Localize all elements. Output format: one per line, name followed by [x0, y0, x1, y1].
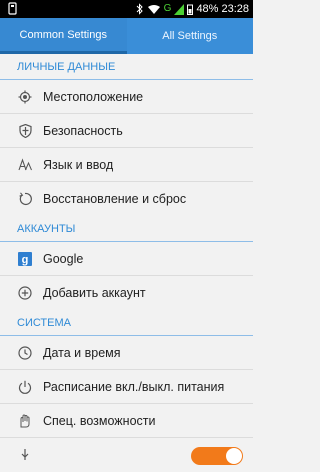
section-header-personal: ЛИЧНЫЕ ДАННЫЕ: [0, 54, 253, 80]
network-type-label: G: [163, 3, 172, 14]
signal-icon: [174, 3, 185, 15]
settings-list: ЛИЧНЫЕ ДАННЫЕ Местоположение Безопасност…: [0, 54, 253, 472]
settings-item-add-account[interactable]: Добавить аккаунт: [0, 276, 253, 310]
settings-item-language-input[interactable]: Язык и ввод: [0, 148, 253, 182]
usb-icon: [18, 448, 32, 462]
battery-icon: [187, 4, 194, 15]
settings-item-label: Спец. возможности: [43, 413, 156, 428]
tab-common-settings[interactable]: Common Settings: [0, 18, 127, 54]
add-account-icon: [18, 286, 32, 300]
tab-label: Common Settings: [19, 28, 107, 41]
phone-storage-icon: [8, 2, 17, 15]
settings-item-google[interactable]: g Google: [0, 242, 253, 276]
accessibility-icon: [18, 413, 32, 428]
status-bar: G 48% 23:28: [0, 0, 253, 18]
settings-item-label: Язык и ввод: [43, 157, 114, 172]
svg-text:g: g: [22, 254, 29, 266]
settings-item-power-schedule[interactable]: Расписание вкл./выкл. питания: [0, 370, 253, 404]
settings-item-date-time[interactable]: Дата и время: [0, 336, 253, 370]
settings-item-accessibility[interactable]: Спец. возможности: [0, 404, 253, 438]
battery-percent: 48%: [196, 3, 219, 15]
tab-label: All Settings: [162, 30, 218, 42]
section-header-system: СИСТЕМА: [0, 310, 253, 336]
section-header-accounts: АККАУНТЫ: [0, 216, 253, 242]
settings-item-label: Дата и время: [43, 345, 121, 360]
settings-item-location[interactable]: Местоположение: [0, 80, 253, 114]
settings-item-label: Безопасность: [43, 123, 123, 138]
settings-item-label: Местоположение: [43, 89, 144, 104]
clock-icon: [18, 345, 32, 360]
settings-item-security[interactable]: Безопасность: [0, 114, 253, 148]
google-icon: g: [18, 251, 32, 266]
settings-item-label: Google: [43, 251, 84, 266]
shield-icon: [18, 123, 32, 138]
location-icon: [18, 90, 32, 104]
settings-item-label: Восстановление и сброс: [43, 192, 187, 206]
tab-all-settings[interactable]: All Settings: [127, 18, 254, 54]
settings-tabs: Common Settings All Settings: [0, 18, 253, 54]
settings-item-label: Расписание вкл./выкл. питания: [43, 379, 225, 394]
wifi-icon: [147, 4, 160, 14]
clock-time: 23:28: [221, 3, 249, 15]
settings-item-backup-reset[interactable]: Восстановление и сброс: [0, 182, 253, 216]
settings-item-label: Добавить аккаунт: [43, 286, 146, 300]
language-icon: [18, 157, 32, 172]
power-schedule-icon: [18, 380, 32, 394]
settings-item-partial[interactable]: [0, 438, 253, 472]
bluetooth-icon: [136, 3, 143, 15]
restore-icon: [18, 192, 32, 206]
toggle-knob: [226, 448, 242, 464]
